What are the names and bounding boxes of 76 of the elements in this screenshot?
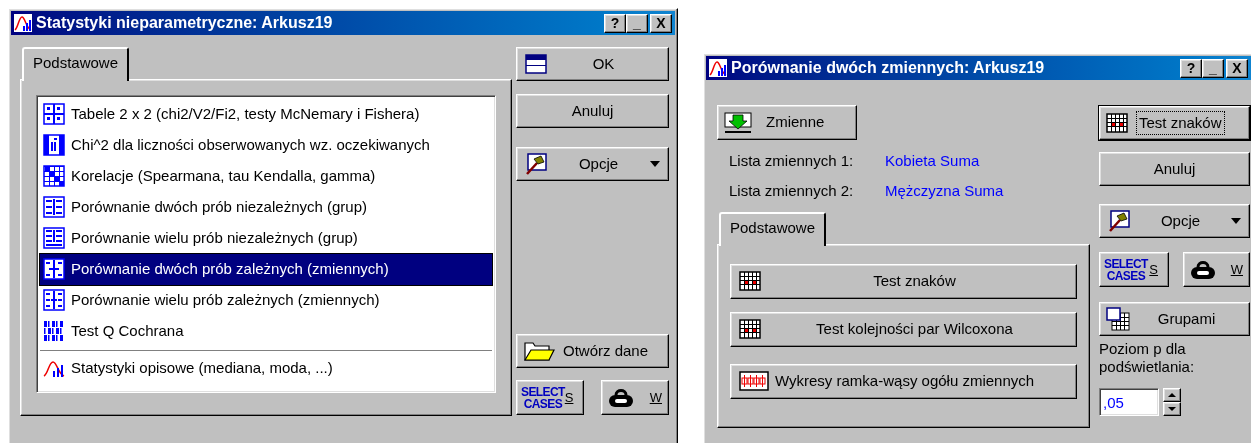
- select-cases-caption: SELECT: [1104, 257, 1148, 270]
- variable-list-value: Mężczyzna Suma: [885, 181, 1004, 201]
- key-letter: W: [1230, 260, 1243, 279]
- p-level-label: Poziom p dla podświetlania:: [1099, 340, 1196, 376]
- select-cases-caption: SELECT: [521, 385, 565, 398]
- list-item[interactable]: Porównanie dwóch prób niezależnych (grup): [40, 191, 492, 223]
- chart-icon: [14, 14, 32, 32]
- grid-icon: [1106, 113, 1128, 133]
- table-icon: [525, 54, 547, 74]
- compare-icon: [43, 258, 65, 280]
- down-arrow-icon: [1168, 407, 1176, 411]
- spin-down-button[interactable]: [1163, 402, 1181, 416]
- up-arrow-icon: [1168, 393, 1176, 397]
- title-bar-button[interactable]: _: [626, 13, 648, 33]
- list-item[interactable]: Chi^2 dla liczności obserwowanych wz. oczekiwanych: [40, 129, 492, 161]
- p-level-field[interactable]: ,05: [1099, 388, 1159, 416]
- cancel-button[interactable]: Anuluj: [516, 94, 669, 128]
- boxplot-icon: [739, 371, 769, 391]
- list-item[interactable]: Korelacje (Spearmana, tau Kendalla, gamma): [40, 160, 492, 192]
- action-button[interactable]: Test kolejności par Wilcoxona: [730, 311, 1077, 347]
- hammer-icon: [525, 153, 547, 175]
- chart-icon: [43, 358, 65, 378]
- variable-list-value: Kobieta Suma: [885, 151, 980, 171]
- key-letter: S: [564, 389, 574, 407]
- key-letter: S: [1149, 260, 1158, 279]
- options-button[interactable]: Opcje: [1099, 204, 1250, 238]
- variables-button[interactable]: Zmienne: [717, 105, 857, 140]
- list-label: Lista zmiennych 2:: [729, 181, 855, 201]
- list-label: Lista zmiennych 1:: [729, 151, 855, 171]
- caret-icon: [1231, 218, 1241, 224]
- window-title: Porównanie dwóch zmiennych: Arkusz19: [731, 58, 1045, 78]
- weight-icon: [608, 387, 634, 408]
- default-button[interactable]: Test znaków: [1099, 106, 1250, 140]
- ok-button[interactable]: OK: [516, 47, 669, 81]
- list-item[interactable]: Tabele 2 x 2 (chi2/V2/Fi2, testy McNemary i Fishera): [40, 98, 492, 130]
- weight-button[interactable]: W: [1183, 252, 1250, 287]
- cancel-button[interactable]: Anuluj: [1099, 152, 1250, 186]
- folder-icon: [523, 340, 555, 362]
- title-bar-button[interactable]: X: [1226, 58, 1248, 78]
- compare-icon: [43, 289, 65, 311]
- title-bar-button[interactable]: ?: [1180, 58, 1202, 78]
- open-data-button[interactable]: Otwórz dane: [516, 334, 669, 368]
- compare-icon: [43, 227, 65, 249]
- list-item[interactable]: Porównanie wielu prób zależnych (zmiennych): [40, 284, 492, 316]
- title-bar-button[interactable]: X: [650, 13, 672, 33]
- tab[interactable]: Podstawowe: [719, 212, 827, 246]
- matrix-icon: [43, 165, 65, 187]
- spin-up-button[interactable]: [1163, 388, 1181, 402]
- list-item[interactable]: Statystyki opisowe (mediana, moda, ...): [40, 352, 492, 384]
- options-button[interactable]: Opcje: [516, 147, 669, 181]
- select-cases-caption: CASES: [1105, 269, 1147, 282]
- title-bar-button[interactable]: _: [1202, 58, 1224, 78]
- window-title: Statystyki nieparametryczne: Arkusz19: [36, 13, 333, 33]
- weight-icon: [1190, 259, 1216, 280]
- tab[interactable]: Podstawowe: [22, 47, 130, 81]
- action-button[interactable]: Wykresy ramka-wąsy ogółu zmiennych: [730, 363, 1077, 399]
- action-button[interactable]: Test znaków: [730, 263, 1077, 299]
- key-letter: W: [649, 388, 662, 407]
- table-grid-icon: [43, 103, 65, 125]
- grid-icon: [1106, 307, 1130, 331]
- list-item[interactable]: Porównanie dwóch prób zależnych (zmiennych): [40, 253, 492, 285]
- list-item[interactable]: Porównanie wielu prób niezależnych (grup): [40, 222, 492, 254]
- chart-icon: [709, 59, 727, 77]
- chi-square-icon: [43, 134, 65, 156]
- group-button[interactable]: Grupami: [1099, 302, 1250, 336]
- title-bar-button[interactable]: ?: [604, 13, 626, 33]
- binary-pattern-icon: [43, 320, 65, 342]
- download-icon: [724, 111, 752, 134]
- grid-icon: [739, 271, 761, 291]
- list-item[interactable]: Test Q Cochrana: [40, 315, 492, 347]
- hammer-icon: [1108, 210, 1130, 232]
- caret-icon: [650, 161, 660, 167]
- compare-icon: [43, 196, 65, 218]
- weight-button[interactable]: W: [601, 380, 669, 415]
- select-cases-caption: CASES: [522, 397, 564, 410]
- grid-icon: [739, 319, 761, 339]
